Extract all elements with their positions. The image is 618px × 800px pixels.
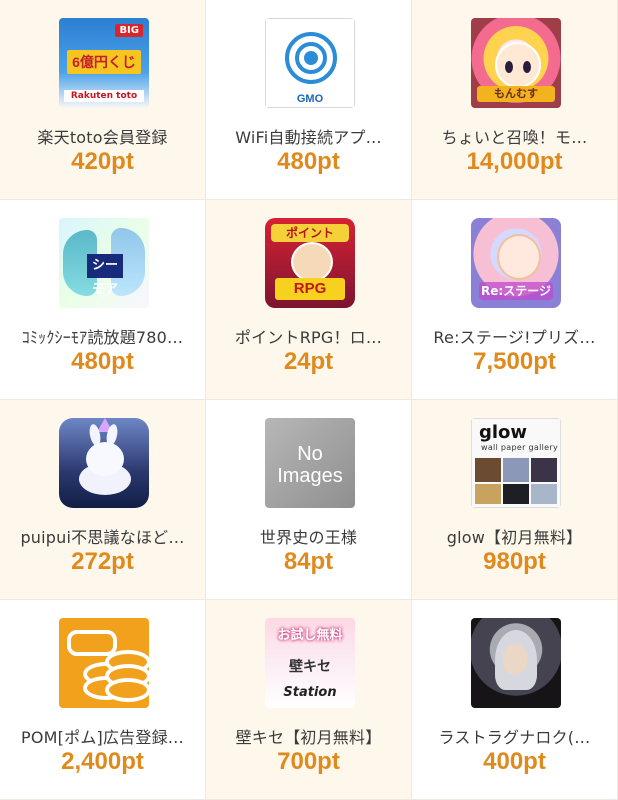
points-value: 14,000pt — [466, 148, 563, 175]
app-card-pom[interactable]: POM[ポム]広告登録… 2,400pt — [0, 600, 206, 800]
app-name: puipui不思議なほど… — [20, 528, 185, 547]
points-value: 480pt — [277, 148, 340, 175]
app-card-puipui[interactable]: puipui不思議なほど… 272pt — [0, 400, 206, 600]
app-name: Re:ステージ!プリズ… — [433, 328, 596, 347]
stage-logo: Re:ステージ — [479, 282, 553, 300]
app-name: 楽天toto会員登録 — [37, 128, 168, 147]
summon-thumbnail: もんむす — [471, 18, 561, 108]
glow-logo: glow — [479, 422, 528, 443]
wifi-icon: GMO — [265, 18, 355, 108]
points-value: 480pt — [71, 348, 134, 375]
app-card-wifi[interactable]: GMO WiFi自動接続アプ… 480pt — [206, 0, 412, 200]
rpg-title-bottom: RPG — [275, 278, 345, 300]
glow-tile-6 — [531, 484, 557, 504]
anime-face — [495, 42, 541, 88]
re-stage-thumbnail: Re:ステージ — [471, 218, 561, 308]
comic-logo: シーモア — [87, 254, 123, 297]
hand-icon — [67, 630, 117, 656]
anime-eye-right — [523, 61, 531, 73]
points-value: 7,500pt — [473, 348, 556, 375]
big-badge: BIG — [115, 24, 143, 37]
rakuten-toto-logo: Rakuten toto — [64, 90, 144, 102]
app-card-re-stage[interactable]: Re:ステージ Re:ステージ!プリズ… 7,500pt — [412, 200, 618, 400]
wifi-thumbnail: GMO — [265, 18, 355, 108]
kabekise-thumbnail: お試し無料 壁キセ Station — [265, 618, 355, 708]
app-card-kabekise[interactable]: お試し無料 壁キセ Station 壁キセ【初月無料】 700pt — [206, 600, 412, 800]
wifi-ring-inner — [304, 51, 318, 65]
points-value: 2,400pt — [61, 748, 144, 775]
anime-eye-left — [505, 61, 513, 73]
glow-tile-4 — [475, 484, 501, 504]
app-grid: BIG 6億円くじ Rakuten toto 楽天toto会員登録 420pt … — [0, 0, 618, 800]
point-rpg-thumbnail: ポイント RPG — [265, 218, 355, 308]
ragnarok-face — [503, 644, 527, 674]
app-name: ｺﾐｯｸｼｰﾓｱ読放題780… — [21, 328, 184, 347]
points-value: 420pt — [71, 148, 134, 175]
points-value: 84pt — [283, 548, 334, 575]
app-name: 壁キセ【初月無料】 — [235, 728, 382, 747]
no-image-text: No Images — [265, 443, 355, 487]
app-card-last-ragnarok[interactable]: ラストラグナロク(… 400pt — [412, 600, 618, 800]
stage-character — [497, 234, 541, 280]
kabekise-logo: 壁キセ — [289, 659, 331, 675]
rakuten-toto-thumbnail: BIG 6億円くじ Rakuten toto — [59, 18, 149, 108]
jackpot-label: 6億円くじ — [67, 50, 141, 74]
app-card-glow[interactable]: glow wall paper gallery glow【初月無料】 980pt — [412, 400, 618, 600]
pom-thumbnail — [59, 618, 149, 708]
app-name: POM[ポム]広告登録… — [21, 728, 184, 747]
no-image-line-2: Images — [277, 465, 343, 487]
app-name: WiFi自動接続アプ… — [235, 128, 382, 147]
app-card-point-rpg[interactable]: ポイント RPG ポイントRPG！ロ… 24pt — [206, 200, 412, 400]
anime-logo: もんむす — [477, 86, 555, 102]
app-card-summon[interactable]: もんむす ちょいと召喚！モ… 14,000pt — [412, 0, 618, 200]
app-name: 世界史の王様 — [259, 528, 358, 547]
rpg-character — [291, 242, 333, 282]
puipui-thumbnail — [59, 418, 149, 508]
app-card-comic[interactable]: シーモア ｺﾐｯｸｼｰﾓｱ読放題780… 480pt — [0, 200, 206, 400]
points-value: 700pt — [277, 748, 340, 775]
glow-subtitle: wall paper gallery — [481, 443, 559, 452]
comic-thumbnail: シーモア — [59, 218, 149, 308]
rpg-title-top: ポイント — [271, 224, 349, 242]
bunny-head — [86, 442, 124, 476]
app-card-world-history[interactable]: No Images 世界史の王様 84pt — [206, 400, 412, 600]
coin-icon — [105, 678, 149, 702]
app-card-rakuten-toto[interactable]: BIG 6億円くじ Rakuten toto 楽天toto会員登録 420pt — [0, 0, 206, 200]
points-value: 400pt — [483, 748, 546, 775]
points-value: 272pt — [71, 548, 134, 575]
no-image-line-1: No — [297, 443, 323, 465]
points-value: 24pt — [283, 348, 334, 375]
app-name: ラストラグナロク(… — [438, 728, 591, 747]
glow-thumbnail: glow wall paper gallery — [471, 418, 561, 508]
app-name: glow【初月無料】 — [446, 528, 583, 547]
points-value: 980pt — [483, 548, 546, 575]
world-history-thumbnail: No Images — [265, 418, 355, 508]
station-label: Station — [283, 685, 337, 700]
glow-tile-3 — [531, 458, 557, 482]
gmo-logo: GMO — [296, 93, 324, 105]
free-trial-label: お試し無料 — [277, 628, 343, 643]
app-name: ポイントRPG！ロ… — [234, 328, 383, 347]
glow-tile-2 — [503, 458, 529, 482]
app-name: ちょいと召喚！モ… — [441, 128, 588, 147]
glow-tile-5 — [503, 484, 529, 504]
last-ragnarok-thumbnail — [471, 618, 561, 708]
glow-tile-1 — [475, 458, 501, 482]
